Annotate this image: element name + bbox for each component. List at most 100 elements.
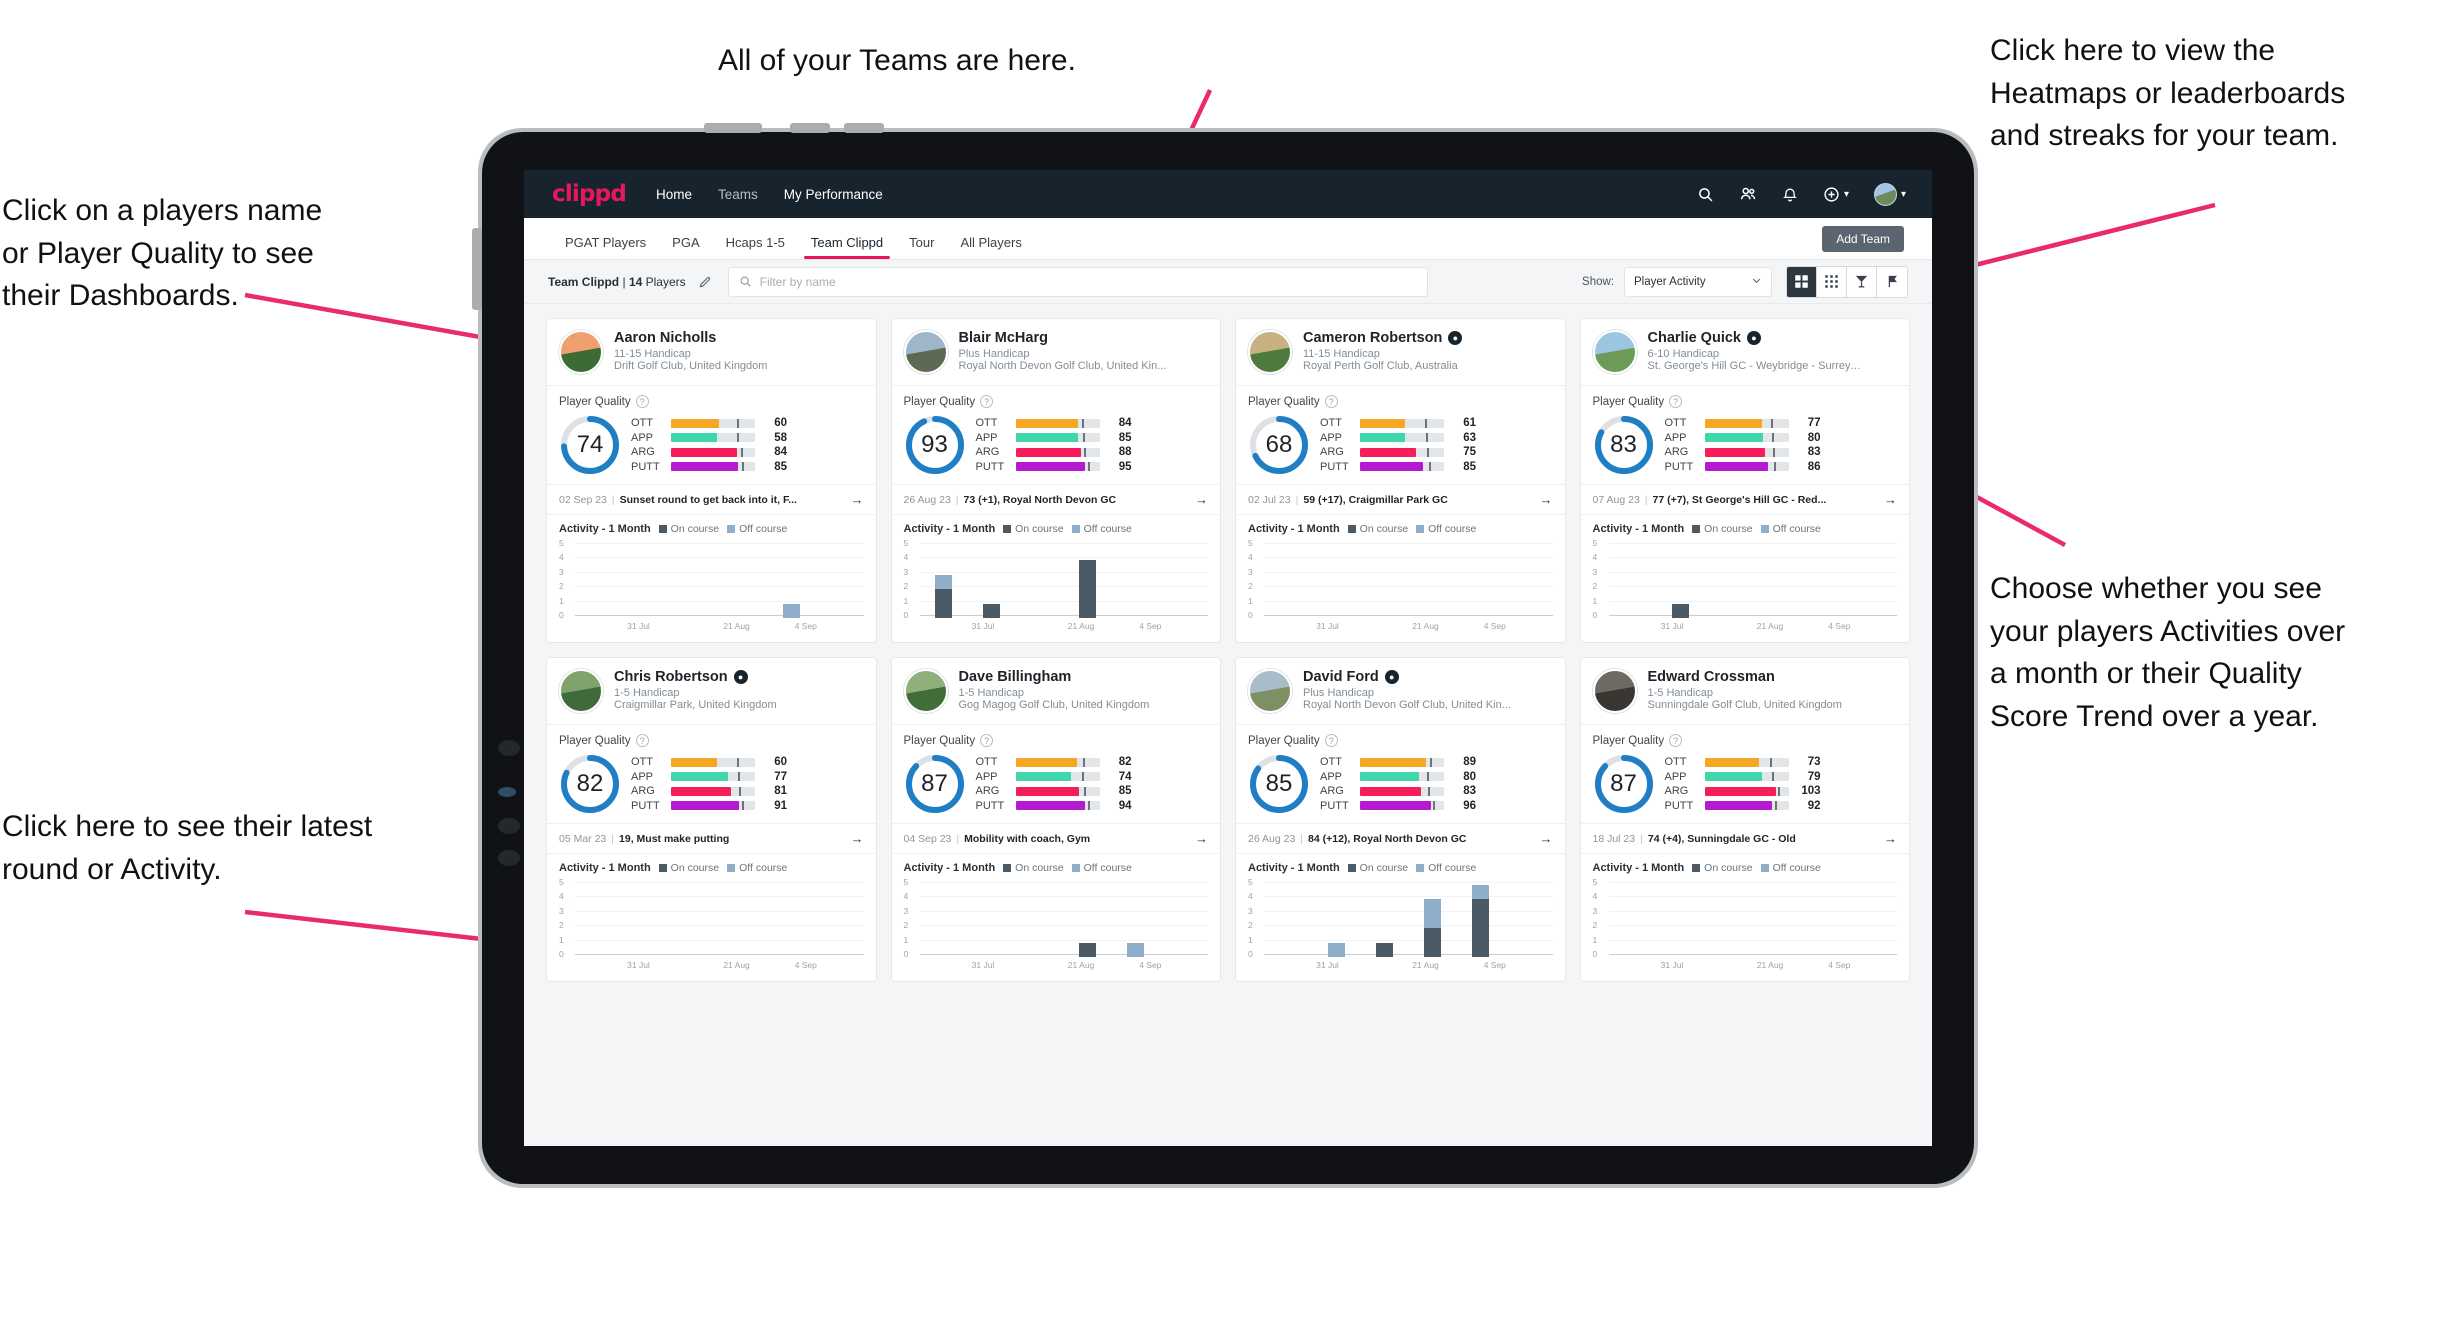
player-quality-section[interactable]: Player Quality? 93 OTT 84 APP 85 ARG 88 PUTT 95 bbox=[892, 386, 1221, 484]
grid-view-icon[interactable] bbox=[1817, 266, 1847, 297]
people-icon[interactable] bbox=[1739, 185, 1757, 203]
avatar[interactable] bbox=[559, 330, 603, 374]
player-name[interactable]: Chris Robertson ● bbox=[614, 669, 777, 685]
help-icon[interactable]: ? bbox=[1324, 734, 1338, 747]
tab-pga[interactable]: PGA bbox=[659, 235, 712, 259]
arrow-right-icon[interactable]: → bbox=[851, 492, 864, 507]
metric-label: ARG bbox=[1320, 446, 1344, 459]
player-card[interactable]: Aaron Nicholls 11-15 Handicap Drift Golf C… bbox=[546, 318, 877, 643]
bar-segment-off-course bbox=[1127, 942, 1145, 957]
help-icon[interactable]: ? bbox=[635, 734, 649, 747]
user-menu[interactable]: ▾ bbox=[1873, 182, 1906, 206]
arrow-right-icon[interactable]: → bbox=[851, 831, 864, 846]
help-icon[interactable]: ? bbox=[1324, 395, 1338, 408]
volume-down-button[interactable] bbox=[844, 123, 884, 133]
clippd-logo[interactable]: clippd bbox=[552, 181, 627, 207]
avatar[interactable] bbox=[1592, 669, 1637, 713]
avatar[interactable] bbox=[1873, 182, 1897, 206]
pencil-icon[interactable] bbox=[698, 275, 712, 289]
arrow-right-icon[interactable]: → bbox=[1195, 831, 1208, 846]
avatar[interactable] bbox=[903, 330, 948, 374]
avatar[interactable] bbox=[903, 669, 948, 713]
tab-tour[interactable]: Tour bbox=[896, 235, 947, 259]
player-name[interactable]: Charlie Quick ● bbox=[1648, 330, 1863, 346]
player-card[interactable]: Chris Robertson ● 1-5 Handicap Craigmillar … bbox=[546, 657, 877, 982]
player-name[interactable]: Cameron Robertson ● bbox=[1303, 330, 1463, 346]
player-card[interactable]: Cameron Robertson ● 11-15 Handicap Royal Pe… bbox=[1235, 318, 1566, 643]
player-name[interactable]: Edward Crossman bbox=[1648, 669, 1842, 685]
nav-link-home[interactable]: Home bbox=[656, 187, 692, 202]
player-name[interactable]: Dave Billingham bbox=[959, 669, 1150, 685]
help-icon[interactable]: ? bbox=[1669, 734, 1683, 747]
latest-round-row[interactable]: 04 Sep 23 | Mobility with coach, Gym → bbox=[891, 823, 1220, 854]
y-axis-tick: 3 bbox=[559, 566, 564, 577]
card-view-icon[interactable] bbox=[1787, 266, 1817, 297]
player-card-header[interactable]: Blair McHarg Plus Handicap Royal North Dev… bbox=[891, 319, 1220, 386]
arrow-right-icon[interactable]: → bbox=[1540, 492, 1553, 507]
player-card-header[interactable]: David Ford ● Plus Handicap Royal North Devo… bbox=[1236, 658, 1565, 725]
help-icon[interactable]: ? bbox=[635, 395, 649, 408]
help-icon[interactable]: ? bbox=[980, 734, 994, 747]
player-quality-section[interactable]: Player Quality? 87 OTT 82 APP 74 ARG 85 PUTT 94 bbox=[892, 725, 1221, 823]
arrow-right-icon[interactable]: → bbox=[1884, 831, 1897, 846]
tab-team-clippd[interactable]: Team Clippd bbox=[798, 235, 896, 259]
nav-link-teams[interactable]: Teams bbox=[718, 187, 758, 202]
bell-icon[interactable] bbox=[1782, 186, 1798, 203]
latest-round-row[interactable]: 07 Aug 23 | 77 (+7), St George's Hill GC -… bbox=[1580, 484, 1909, 515]
search-icon[interactable] bbox=[1697, 186, 1714, 203]
player-quality-section[interactable]: Player Quality? 83 OTT 77 APP 80 ARG 83 PUTT 86 bbox=[1581, 386, 1910, 484]
player-quality-section[interactable]: Player Quality? 85 OTT 89 APP 80 ARG 83 PUTT 96 bbox=[1236, 725, 1565, 823]
latest-round-row[interactable]: 18 Jul 23 | 74 (+4), Sunningdale GC - Old → bbox=[1580, 823, 1909, 854]
heatmap-icon[interactable] bbox=[1847, 266, 1877, 297]
chevron-down-icon[interactable]: ▾ bbox=[1844, 189, 1849, 200]
player-card-header[interactable]: Aaron Nicholls 11-15 Handicap Drift Golf C… bbox=[547, 319, 876, 386]
arrow-right-icon[interactable]: → bbox=[1195, 492, 1208, 507]
tab-hcaps-1-5[interactable]: Hcaps 1-5 bbox=[713, 235, 798, 259]
player-quality-section[interactable]: Player Quality? 82 OTT 60 APP 77 ARG 81 PUTT 91 bbox=[547, 725, 876, 823]
side-button[interactable] bbox=[472, 228, 482, 310]
avatar[interactable] bbox=[559, 669, 603, 713]
player-card-header[interactable]: Edward Crossman 1-5 Handicap Sunningdale G… bbox=[1580, 658, 1909, 725]
player-quality-section[interactable]: Player Quality? 74 OTT 60 APP 58 ARG 84 PUTT 85 bbox=[547, 386, 876, 484]
player-quality-section[interactable]: Player Quality? 87 OTT 73 APP 79 ARG 103 PUTT 92 bbox=[1581, 725, 1910, 823]
player-name[interactable]: Aaron Nicholls bbox=[614, 330, 767, 346]
player-card-header[interactable]: Chris Robertson ● 1-5 Handicap Craigmillar … bbox=[547, 658, 876, 725]
player-quality-section[interactable]: Player Quality? 68 OTT 61 APP 63 ARG 75 PUTT 85 bbox=[1236, 386, 1565, 484]
player-card[interactable]: Edward Crossman 1-5 Handicap Sunningdale G… bbox=[1579, 657, 1910, 982]
leaderboard-icon[interactable] bbox=[1877, 267, 1907, 297]
power-button[interactable] bbox=[704, 123, 762, 133]
plus-circle-icon[interactable]: ▾ bbox=[1823, 186, 1849, 203]
player-card-header[interactable]: Cameron Robertson ● 11-15 Handicap Royal Pe… bbox=[1236, 319, 1565, 386]
latest-round-row[interactable]: 26 Aug 23 | 84 (+12), Royal North Devon GC… bbox=[1236, 823, 1565, 854]
arrow-right-icon[interactable]: → bbox=[1540, 831, 1553, 846]
player-card-header[interactable]: Charlie Quick ● 6-10 Handicap St. George's … bbox=[1580, 319, 1909, 386]
volume-up-button[interactable] bbox=[790, 123, 830, 133]
latest-round-row[interactable]: 05 Mar 23 | 19, Must make putting → bbox=[547, 823, 876, 854]
x-axis-tick: 31 Jul bbox=[1660, 960, 1684, 970]
metric-bar-tick bbox=[1428, 462, 1431, 472]
add-team-button[interactable]: Add Team bbox=[1822, 226, 1904, 252]
latest-round-row[interactable]: 02 Sep 23 | Sunset round to get back into … bbox=[547, 484, 876, 515]
avatar[interactable] bbox=[1592, 330, 1637, 374]
player-card[interactable]: Dave Billingham 1-5 Handicap Gog Magog Gol… bbox=[890, 657, 1221, 982]
avatar[interactable] bbox=[1248, 330, 1292, 374]
help-icon[interactable]: ? bbox=[1669, 395, 1683, 408]
player-card[interactable]: Charlie Quick ● 6-10 Handicap St. George's … bbox=[1579, 318, 1910, 643]
avatar[interactable] bbox=[1248, 669, 1292, 713]
metric-bar bbox=[1360, 447, 1444, 457]
latest-round-row[interactable]: 02 Jul 23 | 59 (+17), Craigmillar Park GC → bbox=[1236, 484, 1565, 515]
nav-link-my-performance[interactable]: My Performance bbox=[784, 187, 883, 202]
tab-pgat-players[interactable]: PGAT Players bbox=[552, 235, 659, 259]
chevron-down-icon[interactable]: ▾ bbox=[1901, 189, 1906, 200]
show-select[interactable]: Player Activity bbox=[1624, 266, 1772, 297]
help-icon[interactable]: ? bbox=[980, 395, 994, 408]
latest-round-row[interactable]: 26 Aug 23 | 73 (+1), Royal North Devon GC → bbox=[891, 484, 1220, 515]
search-input[interactable]: Filter by name bbox=[727, 266, 1428, 297]
arrow-right-icon[interactable]: → bbox=[1884, 492, 1897, 507]
player-card[interactable]: David Ford ● Plus Handicap Royal North Devo… bbox=[1235, 657, 1566, 982]
tab-all-players[interactable]: All Players bbox=[947, 235, 1034, 259]
player-name[interactable]: Blair McHarg bbox=[959, 330, 1167, 346]
player-card[interactable]: Blair McHarg Plus Handicap Royal North Dev… bbox=[890, 318, 1221, 643]
player-name[interactable]: David Ford ● bbox=[1303, 669, 1511, 685]
player-card-header[interactable]: Dave Billingham 1-5 Handicap Gog Magog Gol… bbox=[891, 658, 1220, 725]
